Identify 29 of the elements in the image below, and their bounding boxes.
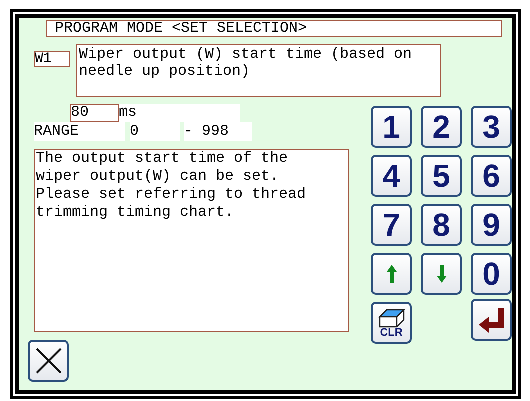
digit-key[interactable]: 8 xyxy=(421,204,462,246)
value-field[interactable]: 80 xyxy=(70,104,119,122)
eraser-icon xyxy=(378,308,406,328)
digit-key[interactable]: 1 xyxy=(371,106,412,148)
digit-key[interactable]: 9 xyxy=(471,204,512,246)
parameter-code: W1 xyxy=(34,51,70,67)
digit-key[interactable]: 0 xyxy=(471,253,512,295)
digit-key[interactable]: 5 xyxy=(421,155,462,197)
down-arrow-icon xyxy=(436,264,448,284)
enter-arrow-icon xyxy=(476,306,506,334)
digit-key[interactable]: 4 xyxy=(371,155,412,197)
up-key[interactable] xyxy=(371,253,412,295)
digit-key[interactable]: 7 xyxy=(371,204,412,246)
cancel-button[interactable] xyxy=(28,340,69,382)
digit-key[interactable]: 2 xyxy=(421,106,462,148)
range-max: - 998 xyxy=(184,122,252,141)
unit-label: ms xyxy=(119,104,240,122)
enter-button[interactable] xyxy=(471,299,512,341)
parameter-description: Wiper output (W) start time (based on needle up position) xyxy=(76,44,441,97)
close-icon xyxy=(34,347,62,375)
range-label: RANGE xyxy=(34,122,125,141)
digit-key[interactable]: 3 xyxy=(471,106,512,148)
up-arrow-icon xyxy=(386,264,398,284)
screen-title: PROGRAM MODE <SET SELECTION> xyxy=(46,20,502,37)
range-min: 0 xyxy=(130,122,180,141)
help-text: The output start time of the wiper output(W) can be set. Please set referring to thread trimming timing chart. xyxy=(34,149,349,332)
clear-key[interactable]: CLR xyxy=(371,302,412,344)
down-key[interactable] xyxy=(421,253,462,295)
digit-key[interactable]: 6 xyxy=(471,155,512,197)
